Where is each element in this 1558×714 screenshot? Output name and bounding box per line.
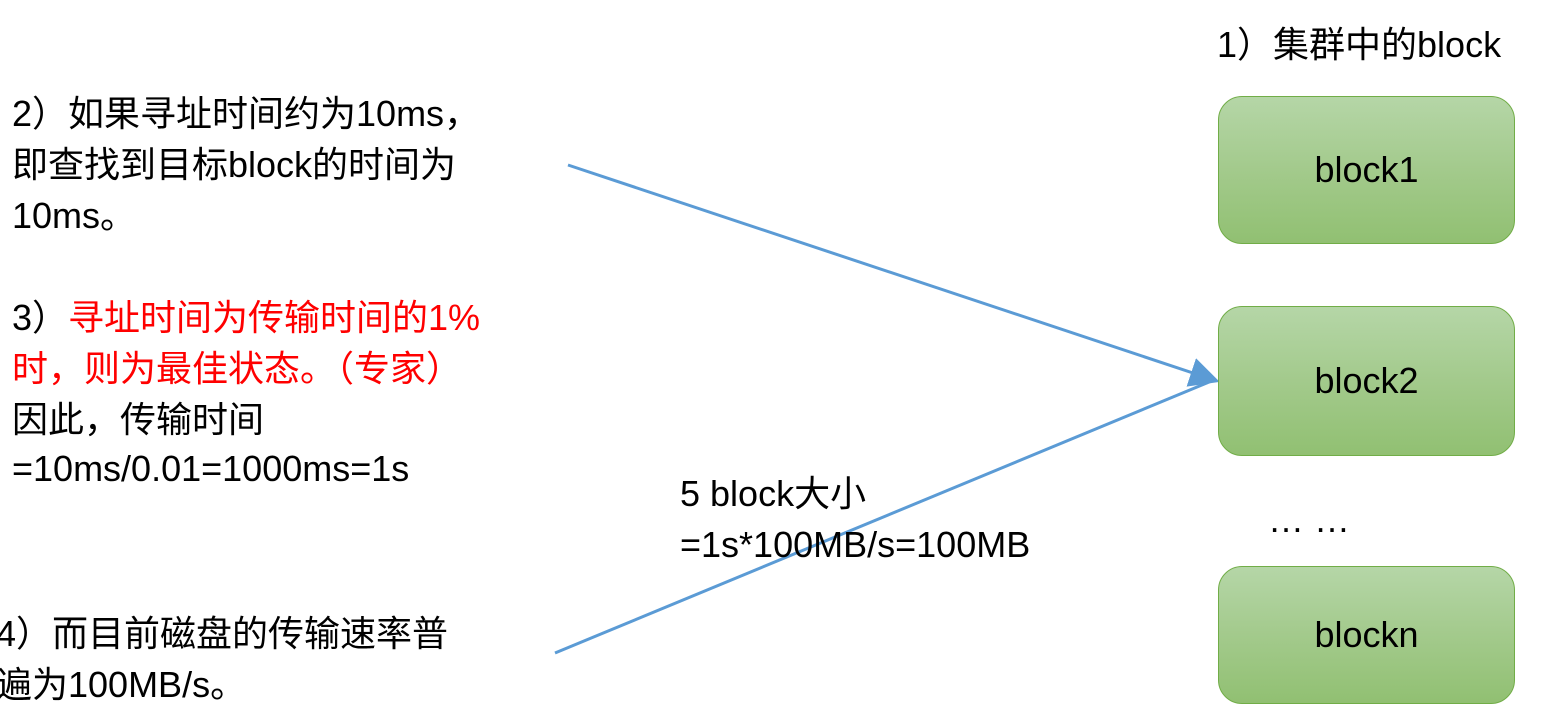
blockn-box: blockn — [1218, 566, 1515, 704]
step4-line2: 遍为100MB/s。 — [0, 664, 247, 705]
block2-box: block2 — [1218, 306, 1515, 456]
step2-line2: 即查找到目标block的时间为 — [12, 144, 457, 185]
step3-line1: 3）寻址时间为传输时间的1% — [12, 292, 480, 343]
block1-label: block1 — [1314, 149, 1419, 190]
block1-box: block1 — [1218, 96, 1515, 244]
step3-prefix: 3） — [12, 297, 69, 338]
step5-line2: =1s*100MB/s=100MB — [680, 524, 1031, 565]
step2-line3: 10ms。 — [12, 195, 137, 236]
step3-line3: 因此，传输时间 — [12, 399, 265, 440]
step2-line1: 2）如果寻址时间约为10ms， — [12, 93, 481, 134]
arrow-transfer-to-block2 — [554, 378, 1215, 655]
cluster-block-title: 1）集群中的block — [1217, 24, 1502, 65]
step5-line1: 5 block大小 — [680, 473, 867, 514]
block2-label: block2 — [1314, 360, 1419, 401]
step4-line1: 4）而目前磁盘的传输速率普 — [0, 613, 449, 654]
ellipsis: … … — [1268, 499, 1351, 540]
step3-line4: =10ms/0.01=1000ms=1s — [12, 448, 410, 489]
step3-highlight-1: 寻址时间为传输时间的1% — [68, 297, 481, 338]
arrow-seek-to-block2 — [567, 163, 1220, 387]
blockn-label: blockn — [1314, 614, 1419, 655]
step3-highlight-2: 时，则为最佳状态。（专家） — [12, 348, 463, 389]
